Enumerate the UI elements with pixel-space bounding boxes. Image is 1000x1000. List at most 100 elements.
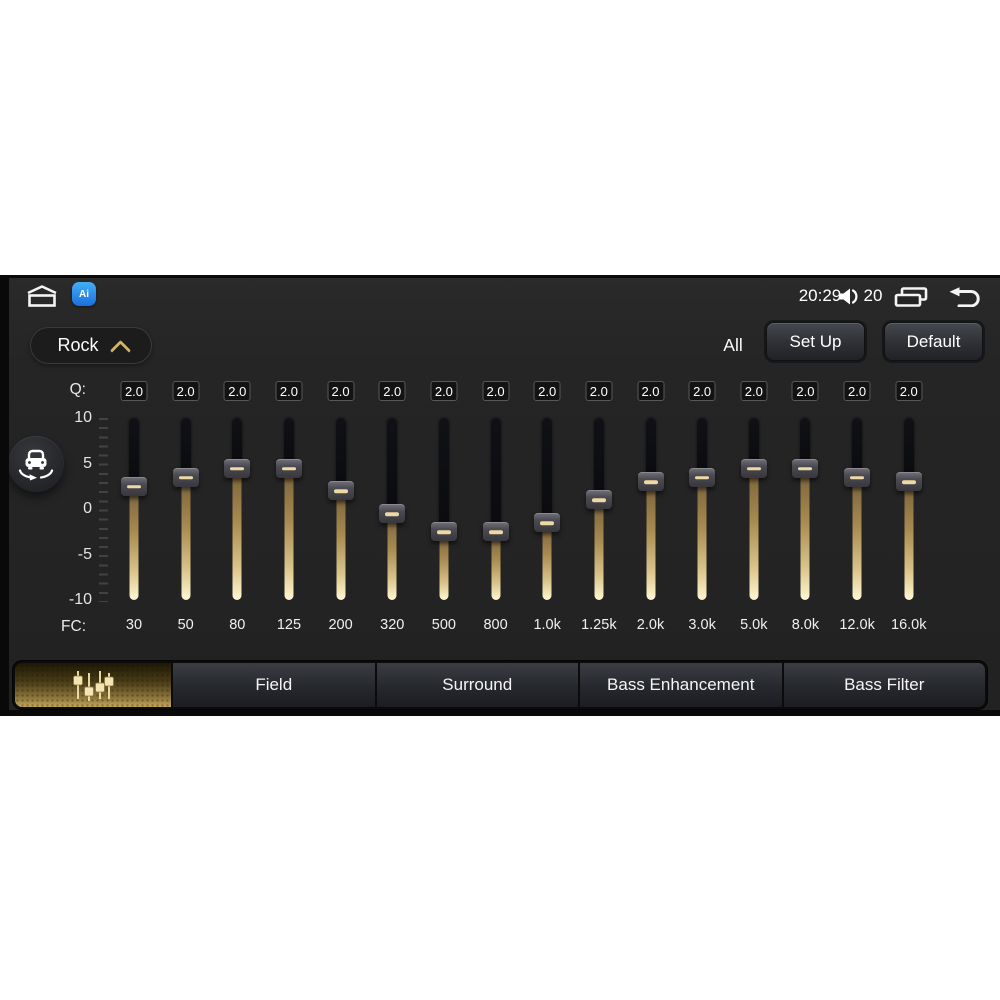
q-value-badge[interactable]: 2.0	[482, 381, 510, 401]
freq-label: 3.0k	[688, 617, 716, 633]
band-slider-1.25k[interactable]	[585, 418, 613, 600]
default-button[interactable]: Default	[884, 322, 983, 361]
slider-track-lower	[439, 531, 449, 600]
freq-label: 2.0k	[636, 617, 665, 633]
q-value-badge[interactable]: 2.0	[637, 381, 664, 401]
slider-handle[interactable]	[379, 504, 406, 524]
band-slider-8.0k[interactable]	[791, 418, 819, 600]
q-value-badge[interactable]: 2.0	[585, 381, 613, 401]
slider-handle[interactable]	[121, 476, 147, 496]
band-slider-5.0k[interactable]	[740, 418, 768, 600]
freq-label: 80	[229, 617, 246, 633]
band-slider-320[interactable]	[378, 418, 406, 600]
band-slider-1.0k[interactable]	[533, 418, 561, 600]
band-slider-500[interactable]	[430, 418, 458, 600]
slider-handle[interactable]	[792, 458, 819, 478]
tab-surround[interactable]: Surround	[374, 663, 578, 707]
band-slider-50[interactable]	[172, 418, 200, 600]
tab-bass-filter[interactable]: Bass Filter	[781, 663, 985, 707]
tab-field[interactable]: Field	[171, 663, 375, 707]
slider-track-upper	[593, 418, 604, 500]
slider-handle[interactable]	[224, 458, 251, 478]
eq-band-800: 2.0 800	[470, 381, 522, 637]
band-slider-12.0k[interactable]	[843, 418, 871, 600]
slider-track-lower	[129, 486, 139, 600]
slider-handle[interactable]	[275, 458, 302, 478]
chevron-up-icon	[113, 343, 125, 355]
q-value-badge[interactable]: 2.0	[791, 381, 819, 401]
slider-handle[interactable]	[637, 472, 664, 492]
tab-equalizer[interactable]	[15, 663, 171, 707]
q-value-badge[interactable]: 2.0	[223, 381, 251, 401]
eq-band-8.0k: 2.0 8.0k	[779, 381, 831, 637]
slider-handle[interactable]	[585, 490, 612, 510]
q-value-badge[interactable]: 2.0	[120, 381, 148, 401]
q-value-badge[interactable]: 2.0	[430, 381, 458, 401]
eq-band-320: 2.0 320	[366, 381, 418, 637]
speaker-icon	[839, 288, 858, 305]
recent-apps-button[interactable]	[893, 287, 929, 307]
q-value-badge[interactable]: 2.0	[327, 381, 355, 401]
eq-band-200: 2.0 200	[315, 381, 367, 637]
slider-track-lower	[232, 468, 242, 600]
volume-button[interactable]	[838, 287, 860, 306]
home-button[interactable]	[24, 284, 60, 308]
back-button[interactable]	[946, 287, 982, 307]
preset-dropdown[interactable]: Rock	[30, 327, 152, 364]
fc-row-label: FC:	[61, 618, 86, 635]
q-value-badge[interactable]: 2.0	[172, 381, 200, 401]
gain-scale-ticks	[99, 418, 108, 602]
q-value-badge[interactable]: 2.0	[275, 381, 303, 401]
screen-bezel-top	[0, 275, 1000, 278]
tab-bass-enhancement[interactable]: Bass Enhancement	[578, 663, 782, 707]
slider-handle[interactable]	[844, 467, 871, 487]
all-label[interactable]: All	[708, 327, 758, 364]
slider-handle[interactable]	[740, 458, 767, 478]
band-slider-16.0k[interactable]	[895, 418, 923, 600]
slider-handle[interactable]	[327, 481, 354, 501]
slider-handle[interactable]	[689, 467, 716, 487]
band-slider-3.0k[interactable]	[688, 418, 716, 600]
freq-label: 200	[328, 617, 353, 633]
slider-handle[interactable]	[895, 472, 922, 492]
band-slider-125[interactable]	[275, 418, 303, 600]
q-value-badge[interactable]: 2.0	[740, 381, 768, 401]
freq-label: 30	[125, 617, 143, 633]
band-slider-800[interactable]	[482, 418, 510, 600]
screen-bezel-bottom	[0, 710, 1000, 716]
listening-position-button[interactable]	[8, 436, 64, 492]
q-value-badge[interactable]: 2.0	[533, 381, 561, 401]
slider-track-lower	[387, 513, 397, 600]
set-up-button[interactable]: Set Up	[766, 322, 865, 361]
gain-scale-label: -10	[68, 591, 92, 608]
slider-track-lower	[181, 477, 191, 600]
eq-band-5.0k: 2.0 5.0k	[728, 381, 780, 637]
freq-label: 16.0k	[891, 617, 927, 633]
q-value-badge[interactable]: 2.0	[378, 381, 406, 401]
eq-band-3.0k: 2.0 3.0k	[676, 381, 728, 637]
band-slider-80[interactable]	[223, 418, 251, 600]
recent-apps-icon	[894, 287, 928, 307]
band-slider-200[interactable]	[327, 418, 355, 600]
car-surround-icon	[18, 449, 54, 481]
q-value-badge[interactable]: 2.0	[688, 381, 716, 401]
slider-handle[interactable]	[430, 522, 457, 542]
slider-handle[interactable]	[534, 513, 561, 533]
home-icon	[27, 285, 57, 307]
slider-handle[interactable]	[172, 467, 199, 487]
band-slider-2.0k[interactable]	[637, 418, 665, 600]
slider-track-lower	[542, 522, 552, 600]
preset-dropdown-label: Rock	[57, 335, 99, 355]
q-value-badge[interactable]: 2.0	[843, 381, 871, 401]
freq-label: 1.0k	[533, 617, 561, 633]
gain-scale-label: 0	[83, 500, 92, 517]
q-value-badge[interactable]: 2.0	[895, 381, 923, 401]
slider-track-upper	[438, 418, 449, 532]
slider-handle[interactable]	[482, 522, 509, 542]
freq-label: 12.0k	[839, 617, 875, 633]
freq-label: 320	[380, 617, 405, 633]
band-slider-30[interactable]	[120, 418, 148, 600]
eq-band-500: 2.0 500	[418, 381, 470, 637]
slider-track-lower	[904, 481, 914, 600]
voice-assistant-app-button[interactable]: Ai	[72, 282, 96, 306]
